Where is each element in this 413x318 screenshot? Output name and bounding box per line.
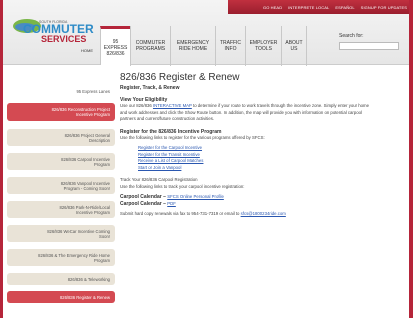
sidebar-item-wecar[interactable]: 826/836 WeCar Incentive Coming Soon! bbox=[7, 225, 115, 242]
utility-bar: GO HEAD INTERPRETE LOCAL ESPAÑOL SIGNUP … bbox=[228, 0, 409, 14]
utility-link-go-head[interactable]: GO HEAD bbox=[263, 5, 282, 10]
sidebar-item-vanpool-incentive[interactable]: 826/836 Vanpool Incentive Program - Comi… bbox=[7, 177, 115, 194]
sidebar-item-teleworking[interactable]: 826/836 & Teleworking bbox=[7, 273, 115, 285]
page-title: 826/836 Register & Renew bbox=[120, 72, 240, 83]
sidebar-item-carpool-incentive[interactable]: 826/836 Carpool Incentive Program bbox=[7, 153, 115, 170]
email-link[interactable]: sfcs@1800234ride.com bbox=[241, 211, 286, 216]
utility-link-interpreter[interactable]: INTERPRETE LOCAL bbox=[288, 5, 329, 10]
nav-traffic-info[interactable]: TRAFFIC INFO bbox=[215, 26, 245, 66]
register-links: Register for the Carpool Incentive Regis… bbox=[120, 145, 408, 171]
search-input[interactable] bbox=[339, 42, 399, 50]
pdf-link[interactable]: PDF bbox=[167, 201, 176, 206]
sidebar-item-emergency-ride-home[interactable]: 826/836 & The Emergency Ride Home Progra… bbox=[7, 249, 115, 266]
interactive-map-link[interactable]: INTERACTIVE MAP bbox=[153, 103, 192, 108]
nav-95-express[interactable]: 95 EXPRESS 826/836 bbox=[100, 26, 130, 66]
utility-link-espanol[interactable]: ESPAÑOL bbox=[335, 5, 354, 10]
sidebar-item-general-description[interactable]: 826/836 Project General Description bbox=[7, 129, 115, 146]
submit-text: Submit hard copy renewals via fax to 954… bbox=[120, 211, 286, 216]
online-profile-link[interactable]: SFCS Online Personal Profile bbox=[167, 194, 224, 199]
nav-emergency-ride-home[interactable]: EMERGENCY RIDE HOME bbox=[170, 26, 215, 66]
nav-commuter-programs[interactable]: COMMUTER PROGRAMS bbox=[130, 26, 170, 66]
utility-link-signup[interactable]: SIGNUP FOR UPDATES bbox=[361, 5, 407, 10]
sidebar-item-register-renew[interactable]: 826/836 Register & Renew bbox=[7, 291, 115, 303]
search-area: Search for: bbox=[339, 30, 413, 52]
vanpool-link[interactable]: Start or Join a Vanpool bbox=[138, 165, 408, 172]
main-content: 826/836 Register & Renew Register, Track… bbox=[120, 72, 408, 218]
track-text: Use the following links to track your ca… bbox=[120, 183, 245, 189]
main-nav: 95 EXPRESS 826/836 COMMUTER PROGRAMS EMERG… bbox=[100, 26, 307, 66]
page-subtitle: Register, Track, & Renew bbox=[120, 85, 180, 91]
calendar-line-2: Carpool Calendar – PDF bbox=[120, 200, 176, 207]
nav-employer-tools[interactable]: EMPLOYER TOOLS bbox=[245, 26, 281, 66]
register-text: Use the following links to register for … bbox=[120, 134, 265, 140]
sidebar-item-incentive-program[interactable]: 826/836 Reconstruction Project Incentive… bbox=[7, 103, 115, 121]
eligibility-text: Use our 826/836 INTERACTIVE MAP to deter… bbox=[120, 103, 370, 121]
search-label: Search for: bbox=[339, 33, 364, 39]
nav-about-us[interactable]: ABOUT US bbox=[281, 26, 307, 66]
logo-area-label: HOME bbox=[81, 48, 93, 53]
sidebar-item-park-n-ride[interactable]: 826/836 Park-N-Ride/Local Incentive Prog… bbox=[7, 201, 115, 218]
sidebar-item-95-express[interactable]: 95 Express Lanes bbox=[7, 86, 115, 96]
sidebar: 95 Express Lanes 826/836 Reconstruction … bbox=[3, 65, 116, 318]
site-header: GO HEAD INTERPRETE LOCAL ESPAÑOL SIGNUP … bbox=[3, 0, 409, 66]
logo-name-line2: SERVICES bbox=[41, 34, 86, 44]
